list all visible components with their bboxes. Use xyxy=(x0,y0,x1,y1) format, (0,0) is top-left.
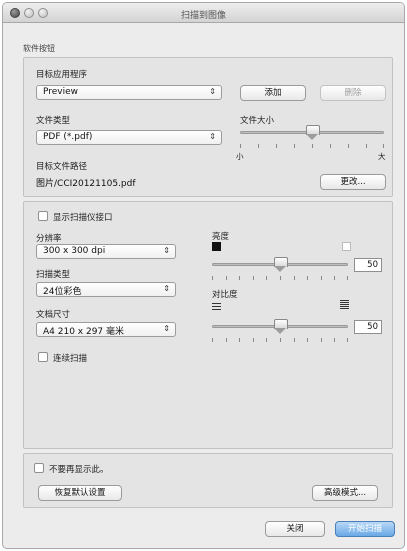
updown-arrow-icon: ⇕ xyxy=(209,132,216,141)
file-size-label: 文件大小 xyxy=(240,116,275,126)
change-path-button[interactable]: 更改... xyxy=(320,174,386,190)
file-type-select[interactable]: PDF (*.pdf) ⇕ xyxy=(36,130,222,145)
file-type-label: 文件类型 xyxy=(36,116,71,126)
target-app-value: Preview xyxy=(43,87,79,97)
file-size-large-label: 大 xyxy=(378,152,386,161)
section-label: 软件按钮 xyxy=(23,44,55,53)
footer-panel: 不要再显示此。 恢复默认设置 高级模式... xyxy=(23,453,393,508)
continuous-scan-checkbox[interactable] xyxy=(38,352,48,362)
doc-size-value: A4 210 x 297 毫米 xyxy=(43,327,125,337)
file-type-value: PDF (*.pdf) xyxy=(43,132,93,142)
start-scan-button[interactable]: 开始扫描 xyxy=(335,521,395,537)
scan-type-label: 扫描类型 xyxy=(36,270,71,280)
restore-defaults-button[interactable]: 恢复默认设置 xyxy=(38,485,122,501)
scan-to-image-window: 扫描到图像 软件按钮 目标应用程序 Preview ⇕ 添加 删除 文件类型 P… xyxy=(2,2,405,549)
brightness-input[interactable]: 50 xyxy=(354,258,382,272)
contrast-low-icon xyxy=(212,302,221,311)
brightness-slider[interactable] xyxy=(212,257,348,272)
updown-arrow-icon: ⇕ xyxy=(209,87,216,96)
dont-show-again-checkbox[interactable] xyxy=(34,463,44,473)
resolution-select[interactable]: 300 x 300 dpi ⇕ xyxy=(36,244,176,259)
show-scanner-dialog-label: 显示扫描仪接口 xyxy=(53,213,113,223)
updown-arrow-icon: ⇕ xyxy=(163,246,170,255)
updown-arrow-icon: ⇕ xyxy=(163,284,170,293)
close-button[interactable]: 关闭 xyxy=(265,521,325,537)
scan-type-value: 24位彩色 xyxy=(43,287,82,297)
window-title: 扫描到图像 xyxy=(180,11,226,21)
file-size-ticks xyxy=(240,144,384,149)
target-app-label: 目标应用程序 xyxy=(36,70,88,80)
black-square-icon xyxy=(212,242,221,251)
contrast-high-icon xyxy=(340,300,349,309)
advanced-mode-button[interactable]: 高级模式... xyxy=(312,485,378,501)
target-app-select[interactable]: Preview ⇕ xyxy=(36,85,222,100)
target-panel: 目标应用程序 Preview ⇕ 添加 删除 文件类型 PDF (*.pdf) … xyxy=(23,57,393,197)
dont-show-again-label: 不要再显示此。 xyxy=(49,465,109,475)
dest-path-value: 图片/CCI20121105.pdf xyxy=(36,179,136,189)
contrast-slider[interactable] xyxy=(212,319,348,334)
contrast-input[interactable]: 50 xyxy=(354,320,382,334)
resolution-value: 300 x 300 dpi xyxy=(43,246,106,256)
continuous-scan-label: 连续扫描 xyxy=(53,354,88,364)
scan-type-select[interactable]: 24位彩色 ⇕ xyxy=(36,282,176,297)
file-size-small-label: 小 xyxy=(236,152,244,161)
resolution-label: 分辨率 xyxy=(36,234,62,244)
file-size-slider[interactable] xyxy=(240,125,384,140)
contrast-ticks xyxy=(212,338,348,343)
contrast-label: 对比度 xyxy=(212,290,238,300)
doc-size-label: 文档尺寸 xyxy=(36,310,71,320)
delete-button[interactable]: 删除 xyxy=(320,85,386,101)
brightness-ticks xyxy=(212,276,348,281)
title-bar: 扫描到图像 xyxy=(3,3,404,23)
add-button[interactable]: 添加 xyxy=(240,85,306,101)
scan-settings-panel: 显示扫描仪接口 分辨率 300 x 300 dpi ⇕ 扫描类型 24位彩色 ⇕… xyxy=(23,201,393,449)
brightness-label: 亮度 xyxy=(212,232,230,242)
white-square-icon xyxy=(342,242,351,251)
doc-size-select[interactable]: A4 210 x 297 毫米 ⇕ xyxy=(36,322,176,337)
updown-arrow-icon: ⇕ xyxy=(163,324,170,333)
dest-path-label: 目标文件路径 xyxy=(36,162,88,172)
show-scanner-dialog-checkbox[interactable] xyxy=(38,211,48,221)
